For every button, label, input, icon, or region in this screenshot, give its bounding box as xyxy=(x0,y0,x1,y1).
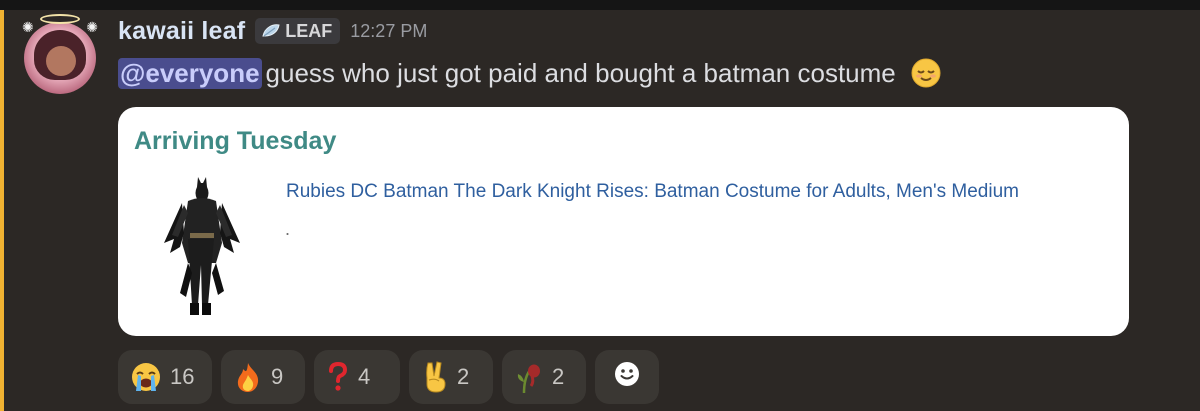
wing-icon: ✺ xyxy=(22,19,34,35)
product-link[interactable]: Rubies DC Batman The Dark Knight Rises: … xyxy=(286,181,1019,203)
avatar-face xyxy=(46,46,76,76)
message-header: kawaii leaf LEAF 12:27 PM xyxy=(118,14,427,48)
reaction-question[interactable]: 4 xyxy=(314,350,400,404)
wilted-flower-icon xyxy=(514,360,544,394)
everyone-mention[interactable]: @everyone xyxy=(118,57,262,89)
fire-icon xyxy=(233,361,263,393)
reaction-count: 16 xyxy=(170,364,195,389)
halo-icon xyxy=(40,14,80,24)
reactions-bar: 16 9 4 2 2 xyxy=(118,350,659,404)
message-text: guess who just got paid and bought a bat… xyxy=(265,57,896,88)
avatar-image xyxy=(24,22,96,94)
red-question-mark-icon xyxy=(326,361,350,393)
mention-highlight-bar xyxy=(0,10,4,411)
relieved-face-icon[interactable] xyxy=(910,57,942,89)
victory-hand-icon xyxy=(421,360,449,394)
reaction-victory[interactable]: 2 xyxy=(409,350,493,404)
embed-title: Arriving Tuesday xyxy=(134,127,337,155)
reaction-count: 2 xyxy=(457,364,470,389)
message-content: @everyone guess who just got paid and bo… xyxy=(118,56,942,90)
avatar[interactable]: ✺ ✺ xyxy=(22,14,98,94)
smiley-icon xyxy=(612,359,642,395)
reaction-loudly-crying[interactable]: 16 xyxy=(118,350,212,404)
reaction-count: 2 xyxy=(552,364,565,389)
reaction-count: 4 xyxy=(358,364,371,389)
reaction-count: 9 xyxy=(271,364,284,389)
product-description: . xyxy=(285,219,291,239)
top-bar xyxy=(0,0,1200,10)
reaction-fire[interactable]: 9 xyxy=(221,350,305,404)
timestamp[interactable]: 12:27 PM xyxy=(350,21,427,42)
add-reaction-button[interactable] xyxy=(595,350,659,404)
role-tag-label: LEAF xyxy=(285,20,333,41)
delivery-embed[interactable]: Arriving Tuesday Rubies DC Batman The Da… xyxy=(118,107,1129,336)
loudly-crying-face-icon xyxy=(130,361,162,393)
batman-costume-image[interactable] xyxy=(158,173,246,321)
username[interactable]: kawaii leaf xyxy=(118,17,245,46)
role-tag[interactable]: LEAF xyxy=(255,18,341,44)
leaf-icon xyxy=(261,23,281,39)
reaction-wilted-flower[interactable]: 2 xyxy=(502,350,586,404)
wing-icon: ✺ xyxy=(86,19,98,35)
